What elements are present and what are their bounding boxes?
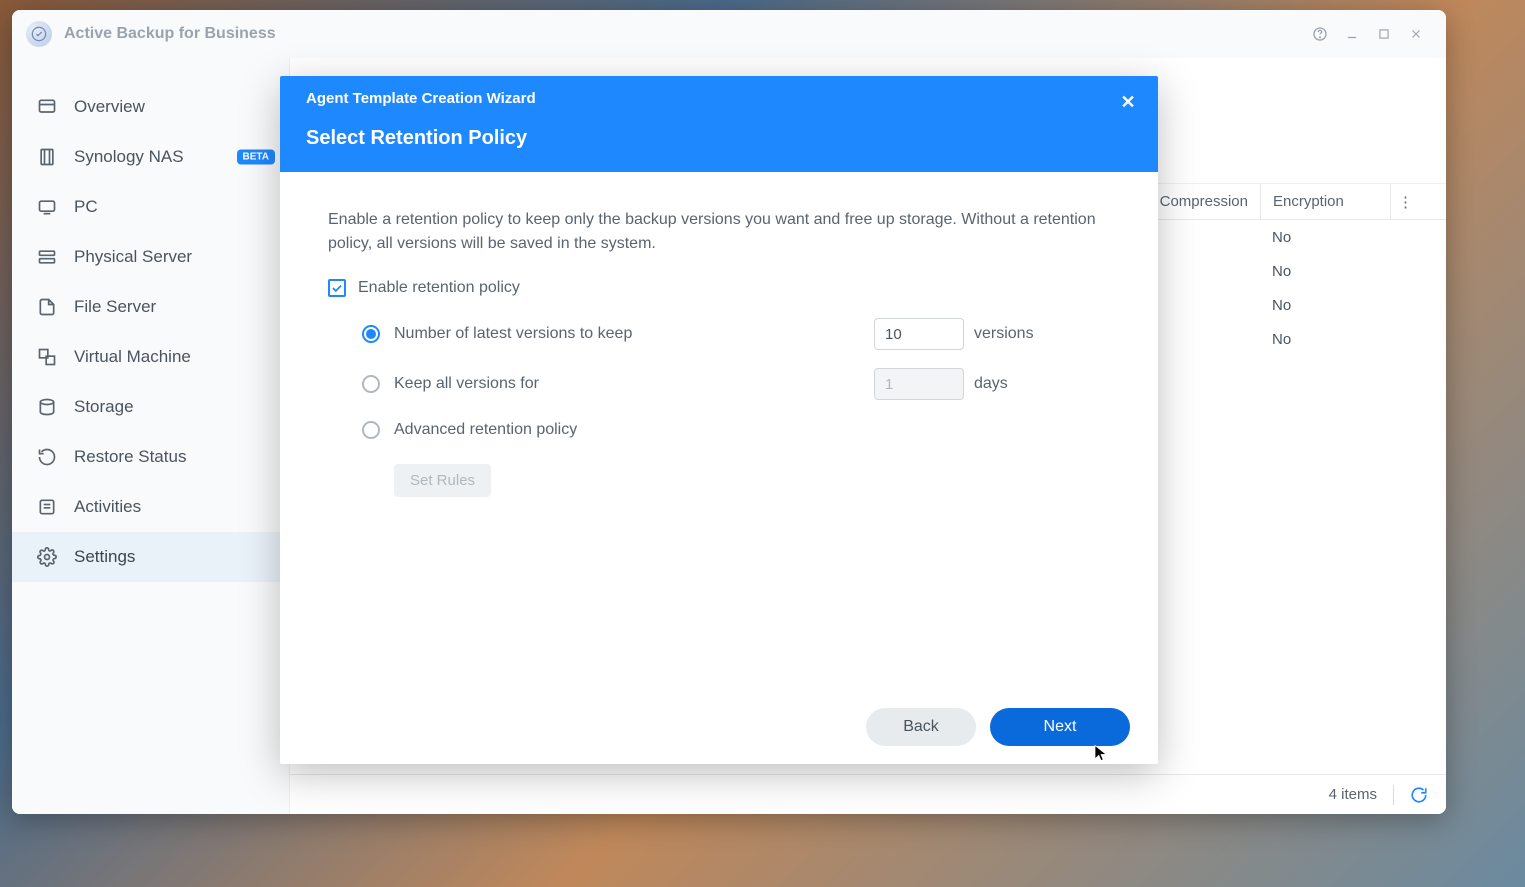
radio-keep-all[interactable] (362, 375, 380, 393)
enable-retention-checkbox[interactable] (328, 279, 346, 297)
encryption-cell: No (1260, 297, 1390, 314)
sidebar-item-label: Restore Status (74, 447, 186, 467)
versions-unit: versions (974, 322, 1034, 346)
beta-badge: BETA (237, 150, 275, 165)
sidebar-item-label: Storage (74, 397, 134, 417)
column-options-button[interactable]: ⋮ (1390, 184, 1420, 219)
minimize-button[interactable] (1336, 18, 1368, 50)
days-input[interactable] (874, 368, 964, 400)
back-button[interactable]: Back (866, 708, 976, 746)
nas-icon (36, 146, 58, 168)
radio-advanced[interactable] (362, 421, 380, 439)
wizard-modal: Agent Template Creation Wizard Select Re… (280, 76, 1158, 764)
enable-retention-label: Enable retention policy (358, 276, 520, 300)
sidebar-item-synology-nas[interactable]: Synology NAS BETA (12, 132, 289, 182)
app-icon (26, 21, 52, 47)
item-count: 4 items (1329, 786, 1377, 803)
app-title: Active Backup for Business (64, 25, 276, 43)
column-header-encryption[interactable]: Encryption (1260, 184, 1390, 219)
pserver-icon (36, 246, 58, 268)
gear-icon (36, 546, 58, 568)
sidebar-item-file-server[interactable]: File Server (12, 282, 289, 332)
opt-advanced-label: Advanced retention policy (394, 418, 874, 442)
sidebar-item-label: Activities (74, 497, 141, 517)
pc-icon (36, 196, 58, 218)
opt-keep-all-label: Keep all versions for (394, 372, 874, 396)
titlebar: Active Backup for Business (12, 10, 1446, 58)
modal-header: Agent Template Creation Wizard Select Re… (280, 76, 1158, 172)
opt-latest-versions-label: Number of latest versions to keep (394, 322, 874, 346)
sidebar-item-label: Physical Server (74, 247, 192, 267)
sidebar-item-activities[interactable]: Activities (12, 482, 289, 532)
sidebar-item-physical-server[interactable]: Physical Server (12, 232, 289, 282)
radio-latest-versions[interactable] (362, 325, 380, 343)
set-rules-button[interactable]: Set Rules (394, 464, 491, 497)
restore-icon (36, 446, 58, 468)
next-button[interactable]: Next (990, 708, 1130, 746)
modal-footer: Back Next (280, 690, 1158, 764)
refresh-button[interactable] (1410, 786, 1428, 804)
storage-icon (36, 396, 58, 418)
encryption-cell: No (1260, 331, 1390, 348)
modal-subtitle: Select Retention Policy (306, 127, 1132, 150)
sidebar-item-label: File Server (74, 297, 156, 317)
sidebar-item-label: Virtual Machine (74, 347, 191, 367)
sidebar: Overview Synology NAS BETA PC Physical S… (12, 58, 290, 814)
maximize-button[interactable] (1368, 18, 1400, 50)
versions-input[interactable] (874, 318, 964, 350)
sidebar-item-storage[interactable]: Storage (12, 382, 289, 432)
activities-icon (36, 496, 58, 518)
vm-icon (36, 346, 58, 368)
encryption-cell: No (1260, 263, 1390, 280)
sidebar-item-overview[interactable]: Overview (12, 82, 289, 132)
modal-description: Enable a retention policy to keep only t… (328, 208, 1110, 256)
sidebar-item-virtual-machine[interactable]: Virtual Machine (12, 332, 289, 382)
column-header-compression[interactable]: Compression (1160, 193, 1260, 210)
fserver-icon (36, 296, 58, 318)
sidebar-item-label: Settings (74, 547, 135, 567)
sidebar-item-settings[interactable]: Settings (12, 532, 289, 582)
modal-close-button[interactable]: ✕ (1114, 88, 1142, 116)
statusbar: 4 items (290, 774, 1446, 814)
modal-body: Enable a retention policy to keep only t… (280, 172, 1158, 690)
encryption-cell: No (1260, 229, 1390, 246)
sidebar-item-pc[interactable]: PC (12, 182, 289, 232)
overview-icon (36, 96, 58, 118)
days-unit: days (974, 372, 1008, 396)
help-button[interactable] (1304, 18, 1336, 50)
sidebar-item-label: Overview (74, 97, 145, 117)
sidebar-item-label: Synology NAS (74, 147, 184, 167)
sidebar-item-label: PC (74, 197, 98, 217)
sidebar-item-restore-status[interactable]: Restore Status (12, 432, 289, 482)
close-button[interactable] (1400, 18, 1432, 50)
modal-title: Agent Template Creation Wizard (306, 90, 1132, 107)
